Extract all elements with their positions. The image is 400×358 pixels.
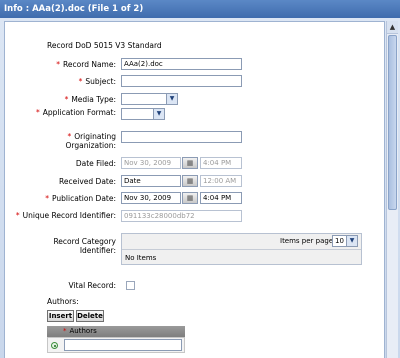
application-format-label-text: Application Format:: [42, 108, 116, 117]
media-type-label: * Media Type:: [15, 95, 116, 104]
vertical-scrollbar[interactable]: ▲: [386, 21, 398, 358]
required-marker: *: [78, 77, 83, 86]
calendar-icon[interactable]: ▦: [182, 157, 198, 169]
record-name-label: * Record Name:: [15, 60, 116, 69]
application-format-label: * Application Format:: [15, 108, 116, 117]
required-marker: *: [45, 194, 49, 203]
date-filed-date-field[interactable]: Nov 30, 2009: [121, 157, 181, 169]
unique-record-identifier-label-text: Unique Record Identifier:: [22, 211, 116, 220]
author-name-field[interactable]: [64, 339, 182, 351]
media-type-label-text: Media Type:: [71, 95, 116, 104]
window-frame: Record DoD 5015 V3 Standard * Record Name…: [0, 18, 400, 358]
record-category-identifier-label: Record Category Identifier:: [53, 237, 116, 255]
calendar-icon[interactable]: ▦: [182, 192, 198, 204]
scroll-up-arrow-icon[interactable]: ▲: [387, 21, 398, 34]
items-per-page-value: 10: [335, 237, 344, 245]
publication-date-date-field[interactable]: Nov 30, 2009: [121, 192, 181, 204]
publication-date-label-text: Publication Date:: [52, 194, 116, 203]
form-heading: Record DoD 5015 V3 Standard: [47, 41, 162, 50]
chevron-down-icon: ▼: [166, 94, 177, 104]
required-marker: *: [15, 211, 20, 220]
required-marker: *: [64, 95, 69, 104]
unique-record-identifier-label: * Unique Record Identifier:: [15, 211, 116, 220]
record-category-list: Items per page: 10 ▼ No Items: [121, 233, 362, 265]
no-items-text: No Items: [125, 254, 157, 262]
record-name-label-text: Record Name:: [63, 60, 116, 69]
vital-record-checkbox[interactable]: [126, 281, 135, 290]
row-select-radio[interactable]: [51, 342, 58, 349]
authors-label: Authors:: [47, 297, 79, 306]
received-date-label: Received Date:: [59, 177, 116, 186]
received-date-date-field[interactable]: Date: [121, 175, 181, 187]
subject-label-text: Subject:: [85, 77, 116, 86]
publication-date-label: * Publication Date:: [15, 194, 116, 203]
delete-button[interactable]: Delete: [76, 310, 104, 322]
subject-field[interactable]: [121, 75, 242, 87]
received-date-time-field[interactable]: 12:00 AM: [200, 175, 242, 187]
list-divider: [122, 249, 361, 250]
chevron-down-icon: ▼: [346, 236, 357, 246]
form-panel: Record DoD 5015 V3 Standard * Record Name…: [4, 21, 385, 358]
unique-record-identifier-field[interactable]: 091133c28000db72: [121, 210, 242, 222]
publication-date-time-field[interactable]: 4:04 PM: [200, 192, 242, 204]
date-filed-label: Date Filed:: [75, 159, 116, 168]
scrollbar-thumb[interactable]: [388, 35, 397, 210]
required-marker: *: [56, 60, 61, 69]
items-per-page-label: Items per page:: [280, 237, 336, 245]
insert-button[interactable]: Insert: [47, 310, 74, 322]
items-per-page-select[interactable]: 10 ▼: [332, 235, 358, 247]
originating-organization-label-text: Originating Organization:: [65, 132, 116, 150]
record-name-field[interactable]: AAa(2).doc: [121, 58, 242, 70]
application-format-select[interactable]: ▼: [121, 108, 165, 120]
authors-column-header: * Authors: [47, 326, 185, 337]
required-marker: *: [67, 132, 72, 141]
vital-record-label: Vital Record:: [68, 281, 117, 290]
calendar-icon[interactable]: ▦: [182, 175, 198, 187]
table-row: [47, 337, 185, 353]
originating-organization-label: * Originating Organization:: [15, 132, 116, 150]
required-marker: *: [63, 327, 67, 335]
chevron-down-icon: ▼: [153, 109, 164, 119]
media-type-select[interactable]: ▼: [121, 93, 178, 105]
required-marker: *: [36, 108, 40, 117]
originating-organization-field[interactable]: [121, 131, 242, 143]
authors-column-header-text: Authors: [69, 327, 97, 335]
subject-label: * Subject:: [15, 77, 116, 86]
date-filed-time-field[interactable]: 4:04 PM: [200, 157, 242, 169]
window-title: Info : AAa(2).doc (File 1 of 2): [0, 0, 400, 18]
